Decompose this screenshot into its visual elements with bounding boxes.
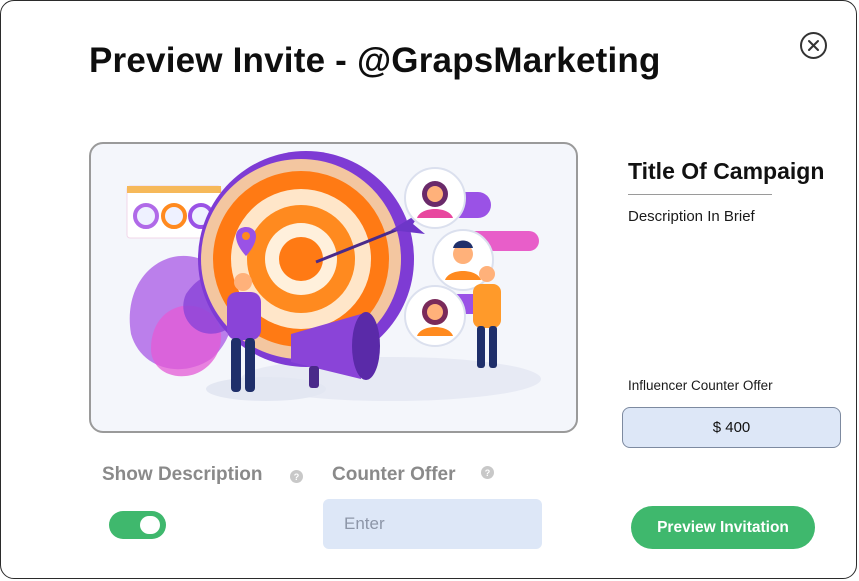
close-icon [808,40,819,51]
influencer-counter-offer-label: Influencer Counter Offer [628,378,773,393]
toggle-knob [140,516,160,534]
preview-invite-modal: Preview Invite - @GrapsMarketing Title O… [0,0,857,579]
close-button[interactable] [800,32,827,59]
campaign-description: Description In Brief [628,208,755,225]
modal-title: Preview Invite - @GrapsMarketing [89,41,661,80]
marketing-target-illustration [126,151,541,401]
show-description-help-icon[interactable]: ? [290,470,303,483]
show-description-label: Show Description [102,464,263,485]
campaign-hero-image [89,142,578,433]
title-divider [628,194,772,195]
counter-offer-input[interactable] [323,499,542,549]
influencer-counter-offer-value: $ 400 [622,407,841,448]
counter-offer-help-icon[interactable]: ? [481,466,494,479]
preview-invitation-button[interactable]: Preview Invitation [631,506,815,549]
counter-offer-label: Counter Offer [332,464,456,485]
show-description-toggle[interactable] [109,511,166,539]
campaign-title: Title Of Campaign [628,158,825,184]
